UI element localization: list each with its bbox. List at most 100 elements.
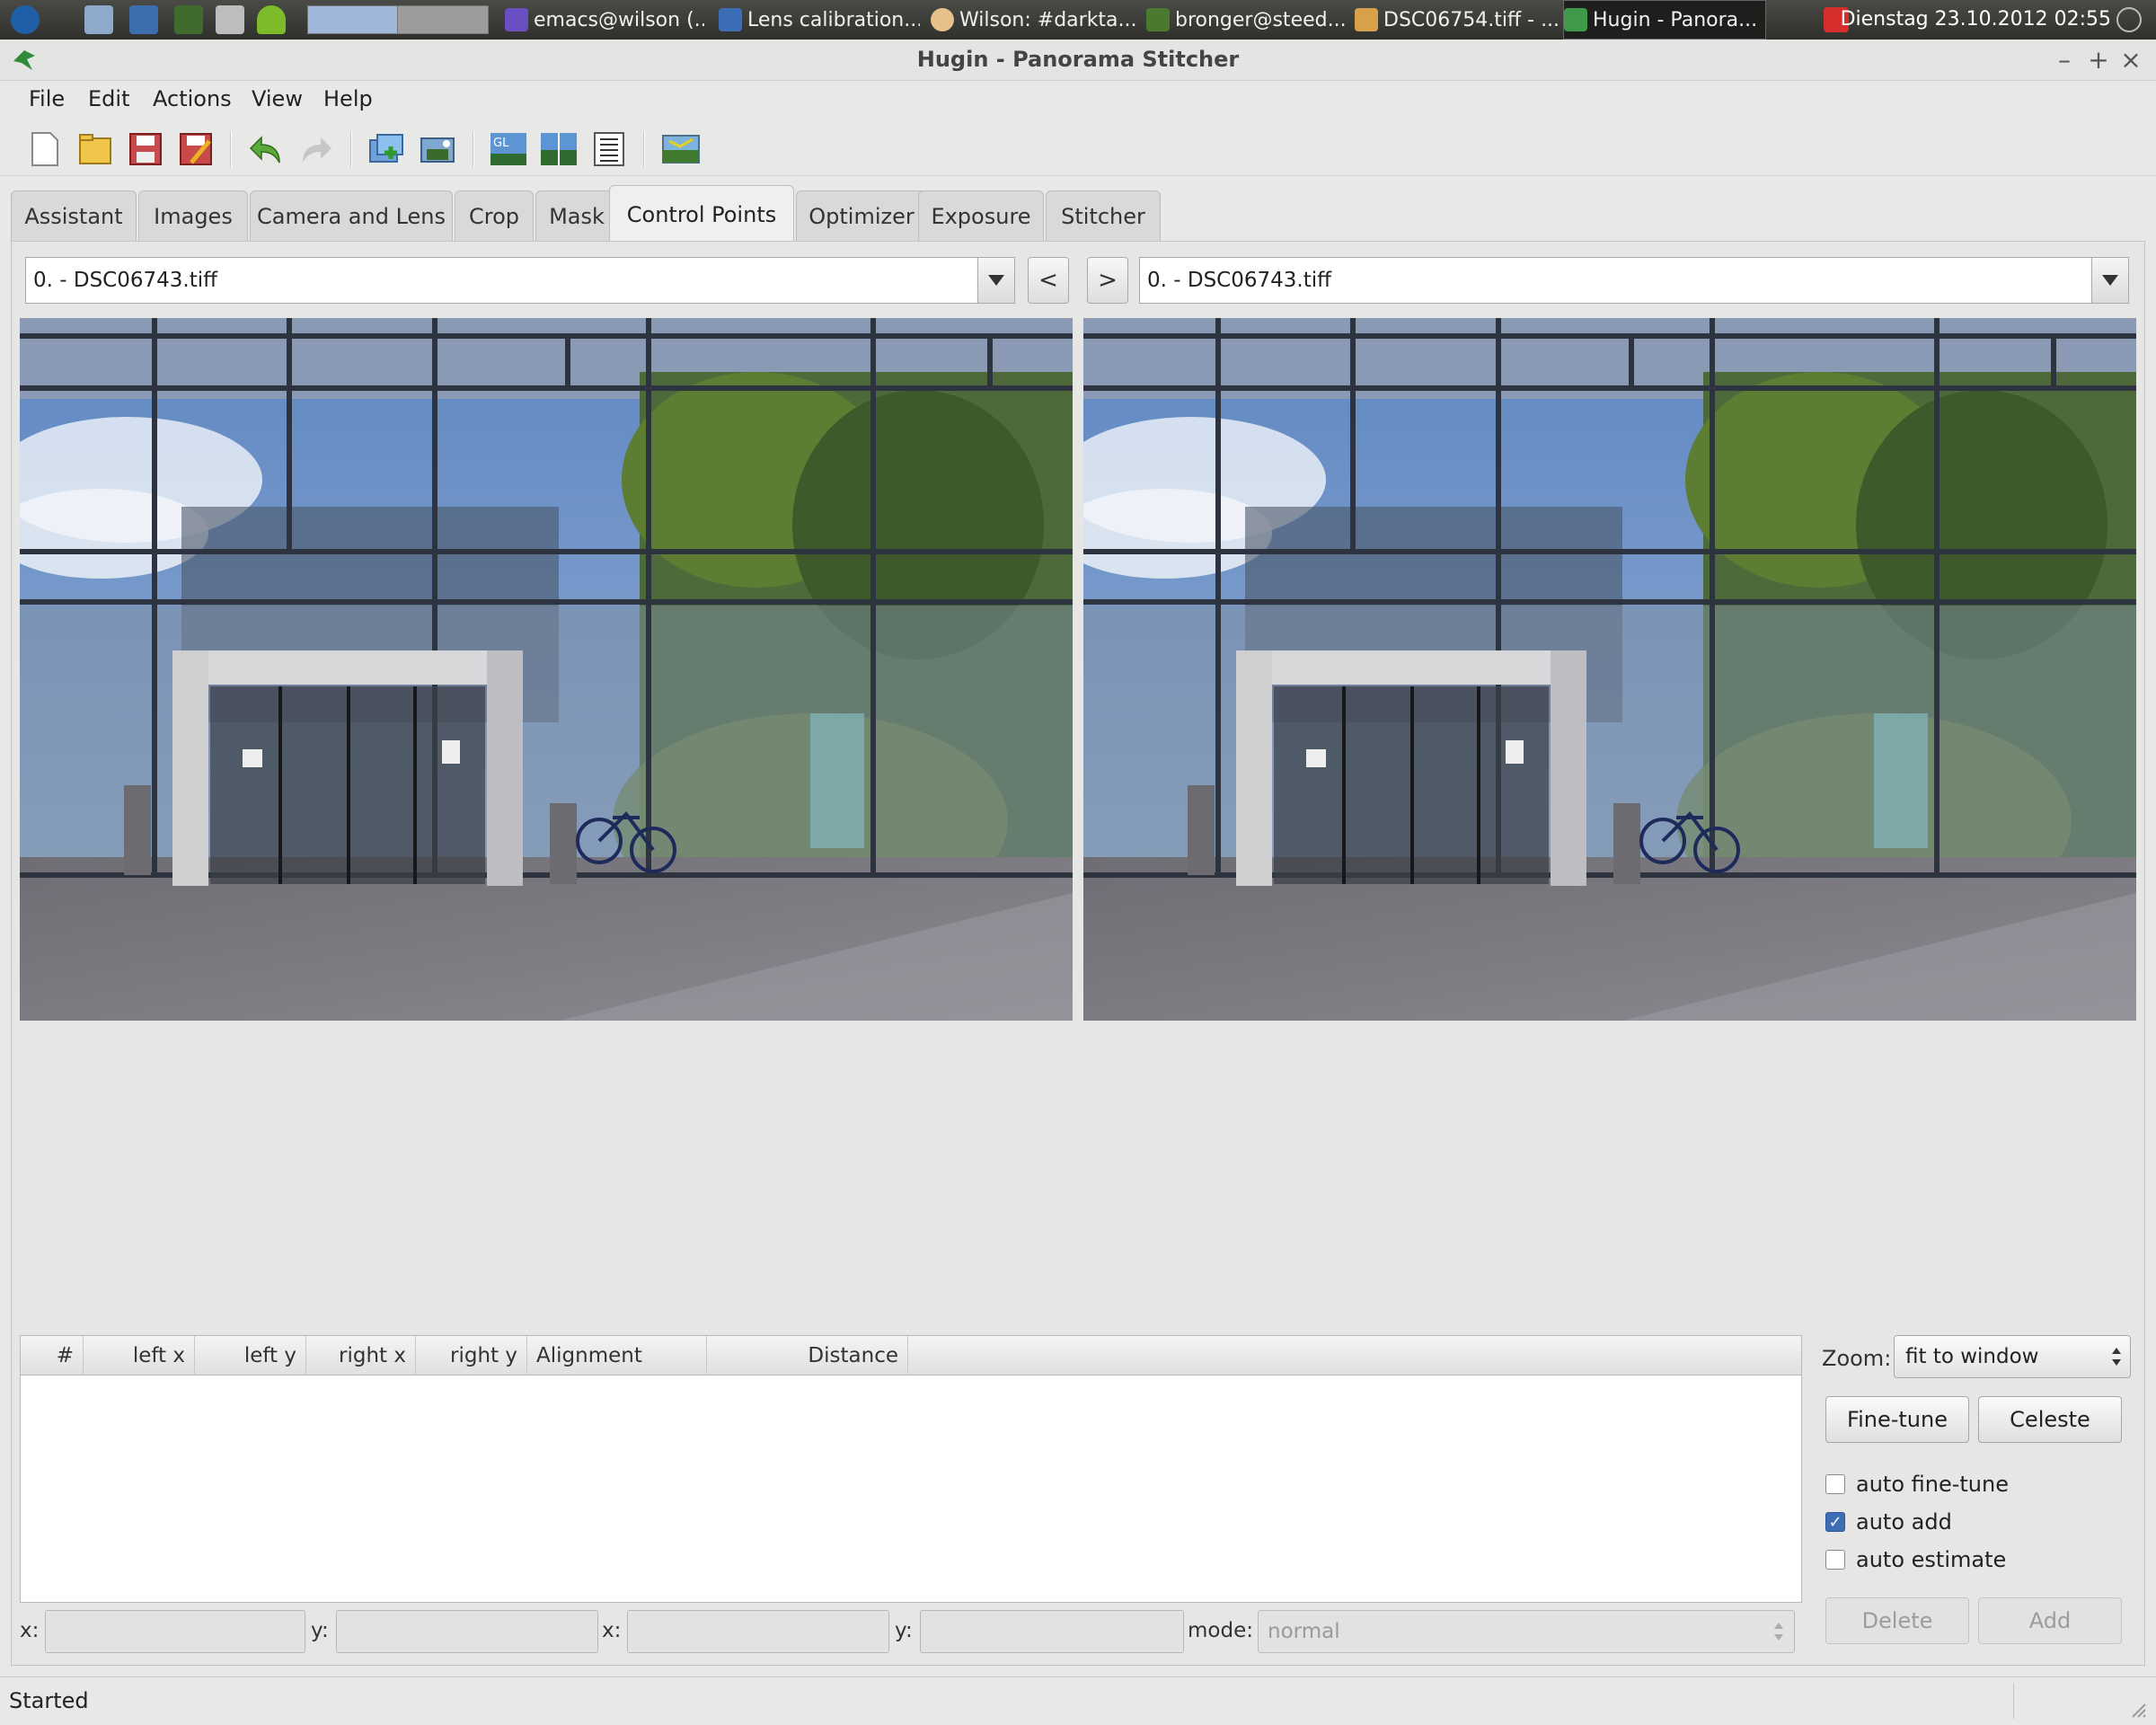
zoom-select[interactable]: fit to window [1894,1335,2131,1378]
right-image-value: 0. - DSC06743.tiff [1147,269,1331,292]
right-image-dropdown-icon[interactable] [2091,257,2129,304]
task-terminal[interactable]: bronger@steed... [1146,0,1349,40]
auto-add-option[interactable]: ✓ auto add [1825,1509,1952,1535]
fast-preview-gl-icon[interactable]: GL [489,129,528,169]
auto-estimate-checkbox[interactable] [1825,1550,1845,1570]
menu-bar: File Edit Actions View Help [0,81,2156,119]
right-image-view[interactable] [1083,318,2136,1021]
tab-camera-and-lens[interactable]: Camera and Lens [250,190,453,241]
undo-icon[interactable] [246,129,286,169]
minimize-icon[interactable]: – [2050,45,2079,75]
control-point-list-icon[interactable] [589,129,629,169]
menu-help[interactable]: Help [323,86,373,111]
optimize-icon[interactable] [661,129,701,169]
task-image-viewer[interactable]: DSC06754.tiff - ... [1355,0,1558,40]
auto-fine-tune-option[interactable]: auto fine-tune [1825,1472,2009,1497]
workspace-switcher[interactable] [307,5,489,34]
add-images-icon[interactable] [367,129,406,169]
clock[interactable]: Dienstag 23.10.2012 02:55 [1841,0,2111,40]
user-icon[interactable] [257,5,286,34]
file-manager-icon[interactable] [84,5,113,34]
maximize-icon[interactable]: + [2084,45,2113,75]
right-x-field[interactable] [627,1610,889,1653]
spin-arrows-icon [2110,1343,2123,1376]
tab-control-points[interactable]: Control Points [609,185,794,243]
zoom-label: Zoom: [1822,1346,1892,1371]
settings-icon[interactable] [216,5,244,34]
right-image-select[interactable]: 0. - DSC06743.tiff [1139,257,2093,304]
terminal-launcher-icon[interactable] [174,5,203,34]
auto-estimate-option[interactable]: auto estimate [1825,1547,2006,1572]
task-chat[interactable]: Wilson: #darkta... [931,0,1139,40]
left-y-field[interactable] [336,1610,598,1653]
task-emacs[interactable]: emacs@wilson (... [505,0,704,40]
mode-select[interactable]: normal [1258,1610,1795,1653]
column-left-x[interactable]: left x [84,1336,195,1376]
building-photo [1083,318,2136,1021]
new-project-icon[interactable] [25,129,65,169]
left-image-view[interactable] [20,318,1073,1021]
task-hugin[interactable]: Hugin - Panora... [1563,0,1766,40]
tab-stitcher[interactable]: Stitcher [1046,190,1161,241]
taskbar: emacs@wilson (... Lens calibration... Wi… [0,0,2156,40]
menu-actions[interactable]: Actions [153,86,232,111]
tab-exposure[interactable]: Exposure [918,190,1044,241]
tab-bar: Assistant Images Camera and Lens Crop Ma… [11,185,2145,243]
column-distance[interactable]: Distance [707,1336,908,1376]
save-icon[interactable] [126,129,165,169]
right-y-label: y: [895,1619,913,1642]
control-point-table[interactable]: # left x left y right x right y Alignmen… [20,1335,1802,1603]
task-label: emacs@wilson (... [534,8,704,31]
preview-icon[interactable] [539,129,579,169]
column-right-y[interactable]: right y [416,1336,527,1376]
auto-fine-tune-checkbox[interactable] [1825,1474,1845,1494]
left-x-field[interactable] [45,1610,305,1653]
status-divider [2012,1683,2014,1719]
window-title: Hugin - Panorama Stitcher [916,47,1240,72]
left-image-select[interactable]: 0. - DSC06743.tiff [25,257,979,304]
fine-tune-button[interactable]: Fine-tune [1825,1396,1969,1443]
tab-images[interactable]: Images [138,190,248,241]
menu-view[interactable]: View [252,86,303,111]
auto-add-checkbox[interactable]: ✓ [1825,1512,1845,1532]
add-time-series-icon[interactable] [419,129,458,169]
delete-button[interactable]: Delete [1825,1597,1969,1644]
browser-launcher-icon[interactable] [129,5,158,34]
start-menu-icon[interactable] [11,5,40,34]
right-y-field[interactable] [920,1610,1184,1653]
open-project-icon[interactable] [75,129,115,169]
next-image-button[interactable]: > [1087,257,1128,304]
browser-icon [719,8,742,31]
image-viewer-icon [1355,8,1378,31]
workspace-1[interactable] [308,6,398,33]
add-button[interactable]: Add [1978,1597,2122,1644]
power-icon[interactable] [2116,7,2142,32]
column-left-y[interactable]: left y [195,1336,306,1376]
task-lens-calibration[interactable]: Lens calibration... [719,0,920,40]
column-right-x[interactable]: right x [306,1336,416,1376]
terminal-icon [1146,8,1170,31]
left-image-dropdown-icon[interactable] [977,257,1015,304]
emacs-icon [505,8,528,31]
menu-edit[interactable]: Edit [88,86,129,111]
save-as-icon[interactable] [176,129,216,169]
resize-grip-icon[interactable] [2129,1701,2147,1719]
right-x-label: x: [602,1619,622,1642]
column-alignment[interactable]: Alignment [527,1336,707,1376]
tab-crop[interactable]: Crop [455,190,534,241]
table-header: # left x left y right x right y Alignmen… [21,1336,1801,1376]
tab-optimizer[interactable]: Optimizer [796,190,927,241]
previous-image-button[interactable]: < [1028,257,1069,304]
auto-estimate-label: auto estimate [1856,1547,2007,1572]
task-label: bronger@steed... [1175,8,1347,31]
tab-mask[interactable]: Mask [535,190,618,241]
tab-assistant[interactable]: Assistant [11,190,137,241]
menu-file[interactable]: File [29,86,65,111]
mode-label: mode: [1188,1619,1253,1642]
column-index[interactable]: # [21,1336,84,1376]
auto-add-label: auto add [1856,1509,1952,1535]
close-icon[interactable]: × [2116,45,2145,75]
celeste-button[interactable]: Celeste [1978,1396,2122,1443]
redo-icon[interactable] [296,129,336,169]
mode-value: normal [1268,1620,1340,1643]
